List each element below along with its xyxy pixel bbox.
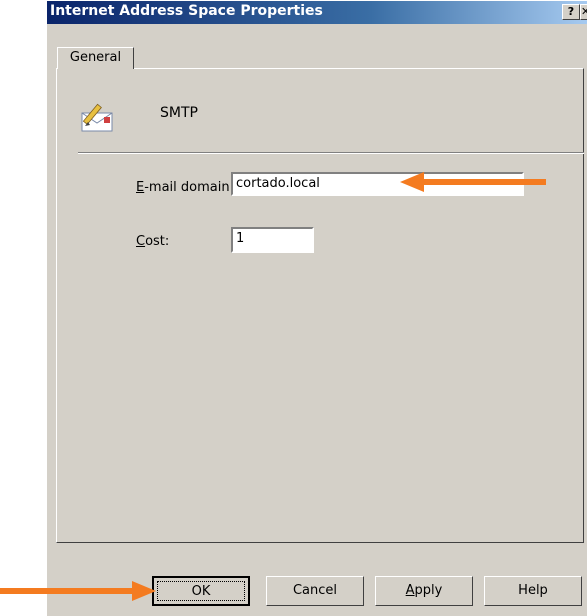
help-button[interactable]: Help [484,576,582,606]
title-bar[interactable]: Internet Address Space Properties ? ✕ [47,1,587,24]
focus-rect [157,581,245,601]
properties-dialog: Internet Address Space Properties ? ✕ Ge… [46,0,587,616]
connector-name: SMTP [160,105,198,121]
email-domain-label: E-mail domain: [136,180,234,195]
cost-input[interactable]: 1 [231,227,314,253]
annotation-arrow-ok-shaft [0,588,134,594]
tab-general-label: General [69,50,122,65]
tab-general[interactable]: General [57,47,134,69]
annotation-arrow-ok-head [132,581,156,601]
help-icon[interactable]: ? [562,4,580,20]
ok-button[interactable]: OK [152,576,250,606]
annotation-arrow-email-shaft [422,179,546,185]
envelope-pencil-icon [81,103,113,132]
general-tab-panel [56,68,584,543]
apply-button[interactable]: Apply [375,576,473,606]
annotation-arrow-email-head [400,172,424,192]
cancel-button[interactable]: Cancel [266,576,364,606]
separator [78,152,584,154]
cost-label: Cost: [136,234,170,249]
window-title: Internet Address Space Properties [50,3,323,19]
close-icon[interactable]: ✕ [580,4,587,20]
